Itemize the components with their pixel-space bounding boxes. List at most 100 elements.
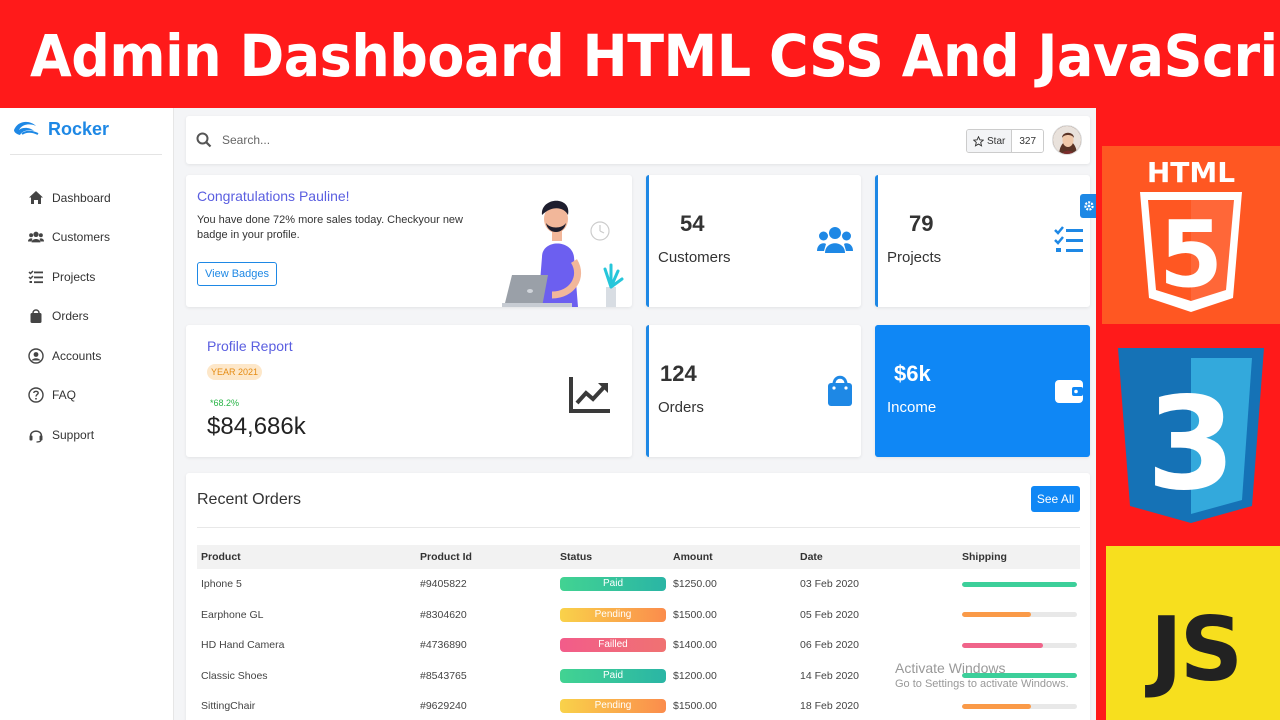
developer-illustration-icon <box>502 200 624 307</box>
table-row[interactable]: Iphone 5 #9405822 Paid $1250.00 03 Feb 2020 <box>197 569 1080 600</box>
dashboard-app: Rocker Dashboard Customers Projects Orde… <box>0 108 1096 720</box>
status-cell: Failled <box>556 630 669 661</box>
shipping-progress-bar <box>962 581 1077 587</box>
headset-icon <box>29 430 43 443</box>
table-row[interactable]: SittingChair #9629240 Pending $1500.00 18 Fe… <box>197 691 1080 720</box>
product-id-cell: #8304620 <box>420 608 467 621</box>
shipping-progress-fill <box>962 581 1077 587</box>
sidebar-nav: Dashboard Customers Projects Orders Acco… <box>28 178 111 455</box>
star-label: Star <box>987 135 1006 147</box>
gear-icon <box>1084 201 1094 211</box>
css3-logo: 3 <box>1102 348 1280 526</box>
shipping-progress-fill <box>962 703 1031 709</box>
orders-title: Recent Orders <box>197 491 302 508</box>
orders-stat-card[interactable]: 124 Orders <box>646 325 861 457</box>
sidebar-item-support[interactable]: Support <box>28 415 111 455</box>
column-header[interactable]: Amount <box>669 545 796 569</box>
status-badge: Failled <box>560 638 666 653</box>
profile-title: Profile Report <box>207 338 293 354</box>
brand-name: Rocker <box>48 118 110 139</box>
stat-value: 79 <box>909 211 934 236</box>
html5-icon: HTML 5 <box>1140 156 1242 312</box>
amount-cell: $1200.00 <box>673 669 717 682</box>
shipping-cell <box>958 600 1080 631</box>
sidebar-item-accounts[interactable]: Accounts <box>28 336 111 376</box>
users-icon <box>817 227 853 253</box>
user-circle-icon <box>28 348 44 364</box>
stat-value: $6k <box>894 361 931 386</box>
shipping-progress-bar <box>962 703 1077 709</box>
customers-stat-card[interactable]: 54 Customers <box>646 175 861 307</box>
brand[interactable]: Rocker <box>10 118 109 140</box>
star-count[interactable]: 327 <box>1012 130 1044 152</box>
sidebar-item-label: Projects <box>52 269 96 284</box>
column-header[interactable]: Date <box>796 545 958 569</box>
star-button[interactable]: Star 327 <box>966 129 1045 153</box>
divider <box>10 154 162 155</box>
see-all-button[interactable]: See All <box>1031 486 1080 512</box>
divider <box>197 527 1080 528</box>
date-cell: 06 Feb 2020 <box>800 639 859 652</box>
product-id-cell: #4736890 <box>420 639 467 652</box>
html-logo-label: HTML <box>1147 156 1235 189</box>
projects-stat-card[interactable]: 79 Projects <box>875 175 1090 307</box>
status-badge: Pending <box>560 699 666 714</box>
stat-label: Orders <box>658 399 704 416</box>
search-icon[interactable] <box>196 132 212 148</box>
product-cell: HD Hand Camera <box>201 639 285 652</box>
settings-toggle[interactable] <box>1080 194 1096 218</box>
bag-icon <box>30 309 42 324</box>
column-header[interactable]: Product Id <box>416 545 556 569</box>
sidebar-item-dashboard[interactable]: Dashboard <box>28 178 111 218</box>
search-input[interactable] <box>222 128 822 152</box>
welcome-text: You have done 72% more sales today. Chec… <box>197 214 463 241</box>
product-id-cell: #9405822 <box>420 578 467 591</box>
column-header[interactable]: Status <box>556 545 669 569</box>
bag-icon <box>828 375 852 406</box>
tasks-icon <box>1054 226 1083 252</box>
user-photo-icon <box>1053 126 1081 154</box>
js-logo-text: JS <box>1150 598 1243 701</box>
column-header[interactable]: Shipping <box>958 545 1080 569</box>
orders-table-body: Iphone 5 #9405822 Paid $1250.00 03 Feb 2020 E… <box>197 569 1080 720</box>
sidebar-item-faq[interactable]: FAQ <box>28 376 111 416</box>
product-id-cell: #9629240 <box>420 700 467 713</box>
avatar[interactable] <box>1052 125 1082 155</box>
product-cell: Classic Shoes <box>201 669 268 682</box>
question-icon <box>28 387 44 403</box>
sidebar-item-orders[interactable]: Orders <box>28 297 111 337</box>
sidebar-item-label: FAQ <box>52 388 77 403</box>
product-cell: Iphone 5 <box>201 578 242 591</box>
profile-amount: $84,686k <box>207 413 306 440</box>
orders-table: Product Product Id Status Amount Date Sh… <box>197 545 1080 720</box>
wallet-icon <box>1055 380 1083 403</box>
star-label-wrap[interactable]: Star <box>967 130 1013 152</box>
title-banner: Admin Dashboard HTML CSS And JavaScript <box>0 0 1280 108</box>
status-badge: Paid <box>560 577 666 592</box>
amount-cell: $1500.00 <box>673 700 717 713</box>
stat-label: Customers <box>658 249 731 266</box>
date-cell: 03 Feb 2020 <box>800 578 859 591</box>
home-icon <box>29 190 43 204</box>
income-stat-card[interactable]: $6k Income <box>875 325 1090 457</box>
table-row[interactable]: Earphone GL #8304620 Pending $1500.00 05 Feb… <box>197 600 1080 631</box>
product-cell: Earphone GL <box>201 608 264 621</box>
chart-trend-icon <box>569 377 610 413</box>
sidebar-item-customers[interactable]: Customers <box>28 218 111 258</box>
table-row[interactable]: HD Hand Camera #4736890 Failled $1400.00 06 … <box>197 630 1080 661</box>
shipping-cell <box>958 630 1080 661</box>
star-icon <box>973 135 984 147</box>
status-cell: Paid <box>556 569 669 600</box>
topbar: Star 327 <box>186 116 1090 164</box>
status-badge: Pending <box>560 607 666 622</box>
stat-value: 54 <box>680 211 705 236</box>
sidebar-item-projects[interactable]: Projects <box>28 257 111 297</box>
table-header-row: Product Product Id Status Amount Date Sh… <box>197 545 1080 569</box>
banner-title: Admin Dashboard HTML CSS And JavaScript <box>30 22 1280 90</box>
product-id-cell: #8543765 <box>420 669 467 682</box>
stat-label: Income <box>887 399 937 416</box>
welcome-card: Congratulations Pauline! You have done 7… <box>186 175 632 307</box>
wave-logo-icon <box>14 121 39 135</box>
view-badges-button[interactable]: View Badges <box>197 262 278 286</box>
column-header[interactable]: Product <box>197 545 416 569</box>
